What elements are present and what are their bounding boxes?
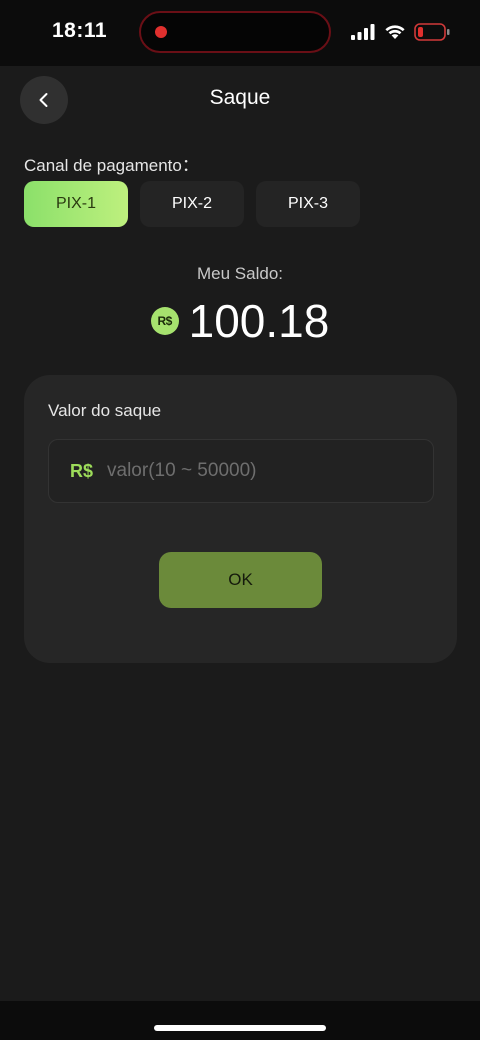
- payment-channel-label: Canal de pagamento：: [24, 156, 199, 175]
- balance-label: Meu Saldo:: [197, 264, 283, 283]
- withdraw-screen: 18:11 Saque Canal de pagamento： PIX-1 PI…: [0, 0, 480, 1040]
- tab-pix-1[interactable]: PIX-1: [24, 181, 128, 227]
- home-indicator[interactable]: [154, 1025, 326, 1031]
- status-time: 18:11: [52, 19, 108, 42]
- battery-low-icon: [414, 23, 450, 41]
- cellular-signal-icon: [351, 24, 375, 40]
- withdraw-card: Valor do saque R$ OK: [24, 375, 457, 663]
- balance-value: 100.18: [188, 295, 330, 347]
- withdraw-amount-label: Valor do saque: [48, 401, 162, 420]
- page-title: Saque: [209, 86, 271, 109]
- withdraw-amount-input[interactable]: [105, 439, 433, 503]
- currency-coin-icon: R$: [150, 307, 179, 335]
- status-bar: 18:11: [0, 0, 480, 66]
- bottom-bar: [0, 1001, 480, 1040]
- tab-pix-3[interactable]: PIX-3: [256, 181, 360, 227]
- tab-pix-2[interactable]: PIX-2: [140, 181, 244, 227]
- dynamic-island: [139, 11, 331, 53]
- balance-display: R$ 100.18: [0, 295, 480, 347]
- currency-prefix: R$: [70, 460, 94, 481]
- ok-button[interactable]: OK: [159, 552, 322, 608]
- recording-indicator-icon: [155, 26, 167, 38]
- wifi-icon: [385, 25, 405, 39]
- withdraw-amount-field[interactable]: R$: [48, 439, 434, 503]
